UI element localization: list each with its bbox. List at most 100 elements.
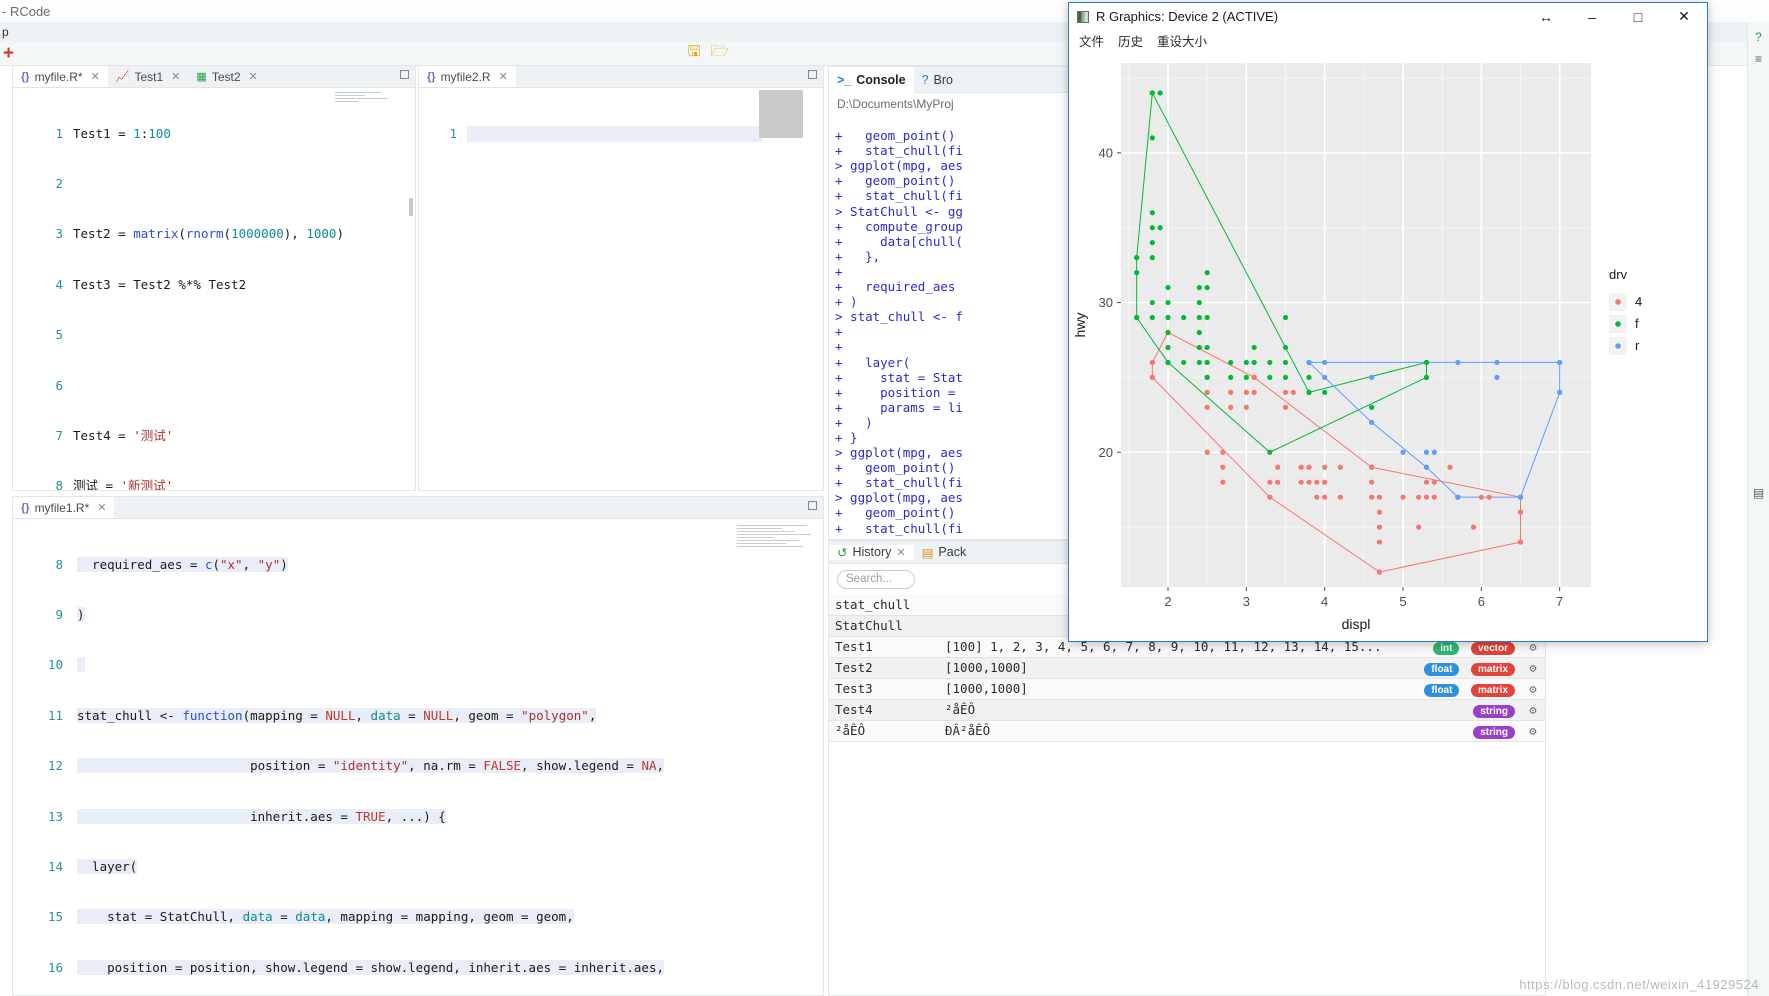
var-name: Test4 [829,699,939,720]
r-graphics-window[interactable]: R Graphics: Device 2 (ACTIVE) ↔ – □ ✕ 文件… [1068,2,1708,642]
tab-history[interactable]: ↺ History ✕ [829,545,914,560]
svg-text:displ: displ [1342,616,1371,632]
line-number: 16 [13,960,69,977]
tabstrip-top-left[interactable]: {} myfile.R* ✕ 📈 Test1 ✕ ▦ Test2 ✕ [13,66,415,88]
editor-scrollbar[interactable] [409,198,413,216]
tab-packages[interactable]: ▤ Pack [914,545,975,560]
close-icon[interactable]: ✕ [91,70,100,83]
editor-body-top-right[interactable]: 1 [419,88,823,490]
collapse-icon[interactable]: ▤ [1748,486,1769,500]
maximize-button[interactable]: □ [1615,9,1661,25]
tab-test1[interactable]: 📈 Test1 ✕ [108,66,189,87]
line-number: 15 [13,909,69,926]
line-number: 4 [13,277,69,294]
tab-myfile2-r[interactable]: {} myfile2.R ✕ [419,66,516,87]
var-name: StatChull [829,615,939,636]
code-minimap[interactable] [737,525,819,579]
tab-test2[interactable]: ▦ Test2 ✕ [188,66,265,87]
code-text[interactable]: required_aes = c("x", "y") ) stat_chull … [77,519,823,995]
line-number: 8 [13,557,69,574]
r-graphics-titlebar[interactable]: R Graphics: Device 2 (ACTIVE) ↔ – □ ✕ [1069,3,1707,30]
svg-text:r: r [1635,338,1640,353]
table-row[interactable]: Test2 [1000,1000] float matrix ⚙ [829,657,1545,678]
var-value: ÐÂ²åÊÔ [939,720,1401,741]
close-icon[interactable]: ✕ [97,501,106,514]
tab-console[interactable]: >_ Console [829,67,914,93]
resize-icon[interactable]: ↔ [1523,9,1569,25]
gear-icon[interactable]: ⚙ [1529,661,1536,675]
table-row[interactable]: ²åÊÔ ÐÂ²åÊÔ string ⚙ [829,720,1545,741]
line-number: 6 [13,378,69,395]
var-value: [1000,1000] [939,678,1401,699]
close-icon[interactable]: ✕ [896,546,905,559]
var-badges: float matrix [1401,678,1521,699]
help-icon: ? [922,73,929,87]
menu-item[interactable]: p [2,25,9,39]
ggplot-scatter: 234567203040displhwydrv4fr [1069,51,1709,643]
editor-body-bottom[interactable]: 8 9 10 11 12 13 14 15 16 17 18 19 20 21 … [13,519,823,995]
table-row[interactable]: Test3 [1000,1000] float matrix ⚙ [829,678,1545,699]
table-row[interactable]: Test4 ²åÊÔ string ⚙ [829,699,1545,720]
var-value: ²åÊÔ [939,699,1401,720]
close-icon[interactable]: ✕ [171,70,180,83]
help-icon[interactable]: ? [1748,30,1769,44]
code-text[interactable]: Test1 = 1:100 Test2 = matrix(rnorm(10000… [73,88,415,490]
close-icon[interactable]: ✕ [499,70,508,83]
tabstrip-bottom[interactable]: {} myfile1.R* ✕ [13,497,823,519]
tab-label: Pack [938,545,966,559]
right-tool-strip[interactable]: ? ≡ ▤ [1747,22,1769,996]
line-numbers: 8 9 10 11 12 13 14 15 16 17 18 19 20 21 … [13,519,69,995]
badge-shape: matrix [1471,663,1515,676]
list-icon[interactable]: ≡ [1748,52,1769,66]
svg-text:20: 20 [1099,445,1113,460]
var-badges: string [1401,720,1521,741]
line-number: 1 [419,126,463,143]
r-graphics-title: R Graphics: Device 2 (ACTIVE) [1096,9,1278,24]
menu-history[interactable]: 历史 [1118,31,1143,50]
add-button[interactable]: + [3,44,14,63]
tab-label: myfile1.R* [35,501,90,515]
menu-file[interactable]: 文件 [1079,31,1104,50]
line-number: 13 [13,809,69,826]
svg-text:30: 30 [1099,295,1113,310]
line-number: 7 [13,428,69,445]
badge-shape: matrix [1471,684,1515,697]
minimize-button[interactable]: – [1569,9,1615,25]
tab-label: Console [856,73,905,87]
gear-icon[interactable]: ⚙ [1529,682,1536,696]
line-number: 10 [13,657,69,674]
r-graphics-menubar[interactable]: 文件 历史 重设大小 [1069,30,1707,51]
save-icon[interactable]: 🖫 [688,41,701,66]
editor-pane-top-left: {} myfile.R* ✕ 📈 Test1 ✕ ▦ Test2 ✕ 1 2 3… [12,66,416,491]
maximize-pane-button[interactable] [808,501,817,510]
editor-pane-top-right: {} myfile2.R ✕ 1 [418,66,824,491]
search-input[interactable]: Search... [837,570,915,589]
tab-browser[interactable]: ? Bro [914,67,961,93]
line-number: 5 [13,327,69,344]
gear-icon[interactable]: ⚙ [1529,703,1536,717]
code-minimap[interactable] [335,92,411,138]
folder-open-icon[interactable]: 🗁 [710,41,729,66]
editor-scrollbar[interactable] [759,90,803,138]
badge-type: float [1424,663,1459,676]
svg-text:4: 4 [1635,294,1642,309]
gear-icon[interactable]: ⚙ [1529,724,1536,738]
table-icon: ▦ [196,70,206,83]
tab-myfile-r[interactable]: {} myfile.R* ✕ [13,66,108,87]
var-name: stat_chull [829,594,939,615]
menu-resize[interactable]: 重设大小 [1157,31,1207,50]
svg-text:6: 6 [1478,594,1485,609]
tabstrip-top-right[interactable]: {} myfile2.R ✕ [419,66,823,88]
tab-label: History [852,545,891,559]
maximize-pane-button[interactable] [808,70,817,79]
tab-label: Test2 [212,70,241,84]
app-icon [1077,11,1089,23]
close-icon[interactable]: ✕ [249,70,258,83]
tab-myfile1-r[interactable]: {} myfile1.R* ✕ [13,497,114,518]
close-button[interactable]: ✕ [1661,8,1707,25]
line-number: 3 [13,226,69,243]
line-number: 1 [13,126,69,143]
editor-body-top-left[interactable]: 1 2 3 4 5 6 7 8 Test1 = 1:100 Test2 = ma… [13,88,415,490]
badge-type: int [1433,642,1459,655]
maximize-pane-button[interactable] [400,70,409,79]
